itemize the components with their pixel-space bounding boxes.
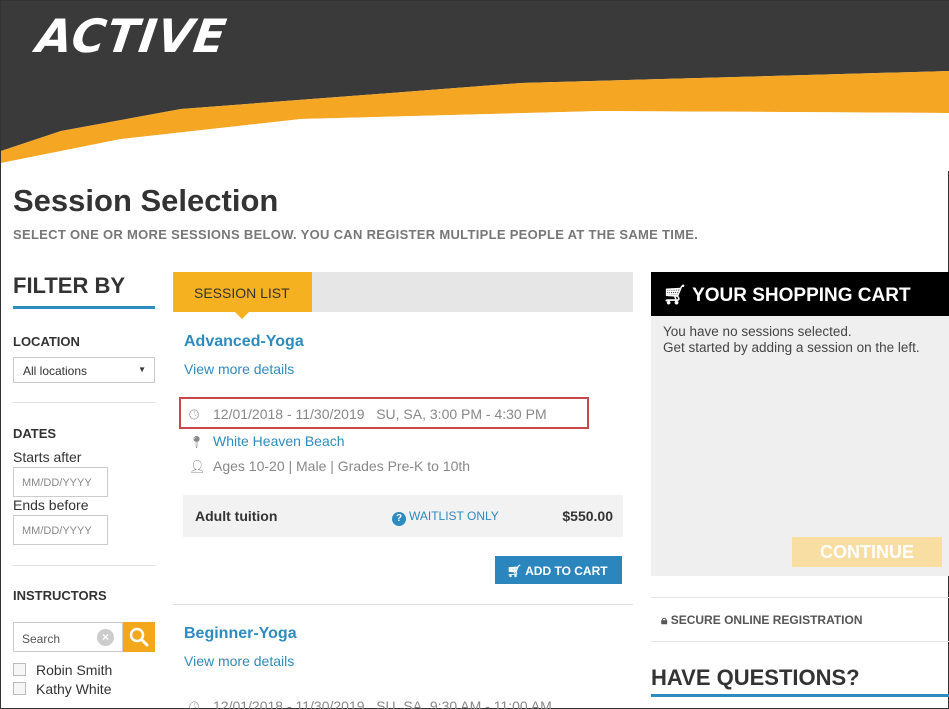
secure-label: SECURE ONLINE REGISTRATION [670, 613, 863, 627]
add-to-cart-button[interactable]: 🛒︎ ADD TO CART [495, 556, 622, 584]
continue-button[interactable]: CONTINUE [792, 537, 942, 567]
session-eligibility: 👤︎ Ages 10-20 | Male | Grades Pre-K to 10… [189, 458, 470, 475]
location-link[interactable]: White Heaven Beach [213, 433, 345, 449]
person-icon: 👤︎ [189, 459, 206, 474]
session-title[interactable]: Beginner-Yoga [184, 625, 297, 643]
instructor-checkbox-robin-smith[interactable]: Robin Smith [13, 662, 112, 678]
page-subtitle: SELECT ONE OR MORE SESSIONS BELOW. YOU C… [13, 227, 699, 242]
clear-search-icon[interactable]: × [97, 629, 114, 646]
map-pin-icon: 📍︎ [189, 435, 205, 449]
dates-label: DATES [13, 426, 57, 441]
shopping-cart-panel: You have no sessions selected. Get start… [651, 316, 949, 576]
have-questions-title: HAVE QUESTIONS? [651, 665, 860, 690]
page-title: Session Selection [13, 183, 279, 218]
session-tab-bar: SESSION LIST [173, 272, 633, 319]
cart-empty-line: Get started by adding a session on the l… [663, 340, 920, 355]
search-icon [129, 627, 149, 647]
question-icon: ? [392, 512, 406, 526]
header-banner: ACTIVE [1, 1, 949, 171]
starts-after-input[interactable]: MM/DD/YYYY [13, 467, 108, 497]
fee-price: $550.00 [562, 508, 613, 524]
schedule-text: 12/01/2018 - 11/30/2019 SU, SA, 9:30 AM … [213, 698, 552, 709]
dropdown-arrow-icon: ▼ [138, 365, 146, 374]
questions-underline [651, 694, 949, 697]
cart-title: YOUR SHOPPING CART [692, 285, 911, 306]
divider [651, 641, 949, 642]
tab-label: SESSION LIST [194, 285, 290, 301]
checkbox[interactable] [13, 663, 26, 676]
filter-sidebar: FILTER BY LOCATION All locations ▼ DATES… [13, 273, 155, 697]
cart-icon: 🛒︎ [663, 285, 693, 306]
schedule-text: 12/01/2018 - 11/30/2019 SU, SA, 3:00 PM … [213, 406, 547, 422]
tab-session-list[interactable]: SESSION LIST [173, 272, 312, 319]
filter-title: FILTER BY [13, 273, 155, 309]
cart-icon: 🛒︎ [507, 564, 526, 578]
session-divider [173, 604, 633, 605]
tab-notch [235, 312, 249, 319]
eligibility-text: Ages 10-20 | Male | Grades Pre-K to 10th [213, 458, 471, 474]
clock-icon: 🕓︎ [189, 699, 200, 709]
fee-row: Adult tuition ? WAITLIST ONLY $550.00 [183, 495, 623, 537]
ends-before-input[interactable]: MM/DD/YYYY [13, 515, 108, 545]
clock-icon: 🕓︎ [189, 407, 200, 422]
waitlist-label: WAITLIST ONLY [409, 509, 499, 523]
shopping-cart-header: 🛒︎ YOUR SHOPPING CART [651, 272, 949, 316]
active-logo[interactable]: ACTIVE [33, 9, 230, 63]
lock-icon: 🔒︎ [661, 613, 671, 627]
instructor-checkbox-kathy-white[interactable]: Kathy White [13, 681, 111, 697]
location-label: LOCATION [13, 334, 80, 349]
view-details-link[interactable]: View more details [184, 361, 294, 377]
session-location: 📍︎ White Heaven Beach [189, 433, 345, 449]
waitlist-status[interactable]: ? WAITLIST ONLY [392, 509, 499, 526]
divider [651, 597, 949, 598]
ends-before-label: Ends before [13, 497, 89, 513]
session-schedule: 🕓︎ 12/01/2018 - 11/30/2019 SU, SA, 9:30 A… [189, 698, 552, 709]
divider [13, 402, 155, 403]
divider [13, 565, 155, 566]
checkbox[interactable] [13, 682, 26, 695]
secure-registration: 🔒︎ SECURE ONLINE REGISTRATION [661, 613, 863, 628]
cart-empty-message: You have no sessions selected. Get start… [663, 324, 933, 356]
view-details-link[interactable]: View more details [184, 653, 294, 669]
instructor-name: Robin Smith [36, 662, 113, 678]
add-to-cart-label: ADD TO CART [525, 564, 608, 578]
location-select[interactable]: All locations ▼ [13, 357, 155, 383]
cart-empty-line: You have no sessions selected. [663, 324, 852, 339]
starts-after-label: Starts after [13, 449, 82, 465]
session-title[interactable]: Advanced-Yoga [184, 333, 304, 351]
instructor-name: Kathy White [36, 681, 112, 697]
location-select-value: All locations [23, 364, 88, 378]
instructors-label: INSTRUCTORS [13, 588, 107, 603]
search-button[interactable] [123, 622, 155, 652]
fee-name: Adult tuition [195, 508, 278, 524]
instructor-search: Search × [13, 622, 155, 652]
session-schedule: 🕓︎ 12/01/2018 - 11/30/2019 SU, SA, 3:00 P… [189, 406, 547, 423]
